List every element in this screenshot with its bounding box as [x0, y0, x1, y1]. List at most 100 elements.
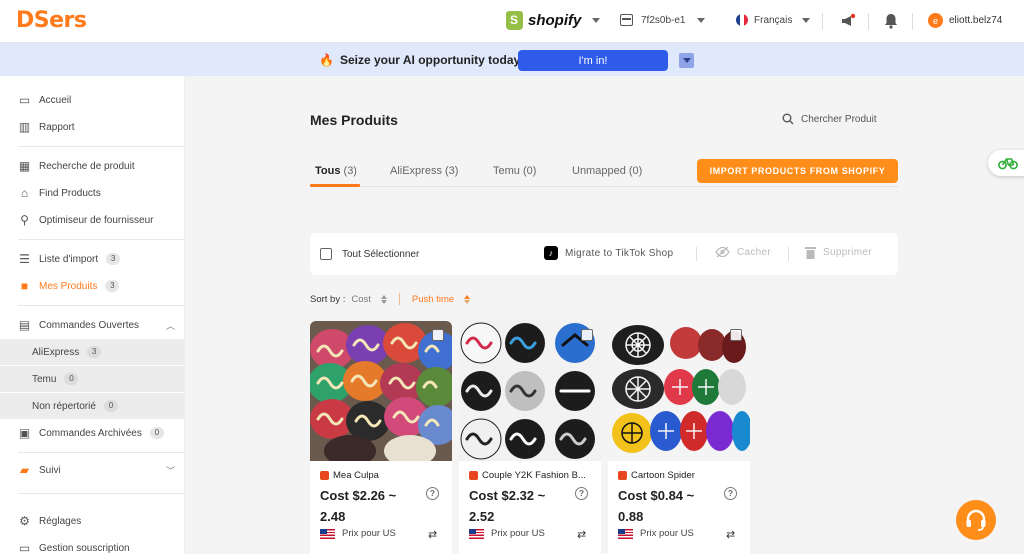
fire-icon: 🔥 — [319, 53, 334, 67]
banner-text: 🔥 Seize your AI opportunity today! — [319, 53, 524, 67]
product-card[interactable]: Couple Y2K Fashion B... Cost $2.32 ~ 2.5… — [459, 321, 601, 554]
select-all[interactable]: Tout Sélectionner — [320, 248, 419, 260]
sidebar-item-liste-import[interactable]: ☰ Liste d'import 3 — [0, 246, 185, 272]
bag-icon: ■ — [20, 278, 29, 293]
sidebar-item-label: Mes Produits — [39, 280, 98, 292]
store-selector[interactable]: 7f2s0b-e1 — [620, 14, 706, 26]
megaphone-icon[interactable] — [840, 13, 856, 29]
tab-unmapped[interactable]: Unmapped (0) — [572, 165, 642, 177]
hide-button[interactable]: Cacher — [715, 246, 771, 258]
banner-message: Seize your AI opportunity today! — [339, 53, 525, 67]
product-title[interactable]: Mea Culpa — [320, 470, 444, 481]
hide-label: Cacher — [737, 246, 772, 258]
support-chat-button[interactable] — [956, 500, 996, 540]
sort-cost[interactable]: Cost — [351, 294, 387, 305]
sort-push-label: Push time — [411, 293, 455, 305]
sort-by-label: Sort by : — [310, 293, 346, 305]
search-product-label: Chercher Produit — [801, 113, 877, 125]
aliexpress-icon — [320, 471, 329, 480]
swap-icon[interactable]: ⇄ — [577, 528, 586, 541]
france-flag-icon — [736, 14, 748, 26]
sidebar-item-label: Non répertorié — [32, 400, 96, 412]
sidebar-item-label: Accueil — [39, 94, 72, 106]
sidebar-item-reglages[interactable]: ⚙ Réglages — [0, 508, 185, 534]
bike-widget-tab[interactable] — [988, 150, 1024, 176]
sort-bar: Sort by : Cost Push time — [310, 293, 471, 305]
sidebar-divider — [18, 239, 185, 240]
gear-icon: ⚙ — [19, 513, 30, 528]
store-icon: ▭ — [18, 92, 31, 107]
product-card[interactable]: Mea Culpa Cost $2.26 ~ 2.48 ? Prix pour … — [310, 321, 452, 554]
platform-selector[interactable]: shopify — [506, 11, 601, 30]
help-icon[interactable]: ? — [724, 487, 737, 500]
sidebar-item-accueil[interactable]: ▭ Accueil — [0, 87, 185, 113]
product-image[interactable] — [310, 321, 452, 461]
tab-tous[interactable]: Tous (3) — [315, 165, 357, 177]
count-badge: 0 — [64, 373, 79, 385]
product-image[interactable] — [459, 321, 601, 461]
product-image[interactable] — [608, 321, 750, 461]
swap-icon[interactable]: ⇄ — [428, 528, 437, 541]
chevron-up-icon: ︿ — [165, 320, 175, 331]
product-checkbox[interactable] — [432, 329, 444, 341]
price-label: Prix pour US — [342, 528, 396, 539]
price-label: Prix pour US — [491, 528, 545, 539]
delete-button[interactable]: Supprimer — [805, 246, 872, 259]
tab-temu[interactable]: Temu (0) — [493, 165, 536, 177]
active-tab-indicator — [310, 184, 360, 187]
sidebar-subitem-non-repertorie[interactable]: Non répertorié 0 — [0, 393, 185, 419]
swap-icon[interactable]: ⇄ — [726, 528, 735, 541]
chevron-down-icon — [697, 17, 706, 23]
user-menu[interactable]: e eliott.belz74 — [928, 13, 1002, 28]
chart-icon: ▥ — [18, 119, 31, 134]
sidebar-item-gestion-souscription[interactable]: ▭ Gestion souscription — [0, 535, 185, 554]
sidebar-item-commandes-ouvertes[interactable]: ▤ Commandes Ouvertes ︿ — [0, 312, 185, 338]
help-icon[interactable]: ? — [426, 487, 439, 500]
sidebar-item-suivi[interactable]: ▰ Suivi ﹀ — [0, 457, 185, 483]
im-in-button[interactable]: I'm in! — [518, 50, 668, 71]
help-icon[interactable]: ? — [575, 487, 588, 500]
sidebar-item-rapport[interactable]: ▥ Rapport — [0, 114, 185, 140]
sidebar-item-label: Réglages — [39, 515, 82, 527]
platform-label: shopify — [528, 12, 582, 29]
us-flag-icon — [469, 528, 484, 539]
import-products-button[interactable]: IMPORT PRODUCTS FROM SHOPIFY — [697, 159, 898, 183]
count-badge: 3 — [106, 253, 121, 265]
product-title[interactable]: Couple Y2K Fashion B... — [469, 470, 593, 481]
product-card[interactable]: Cartoon Spider Cost $0.84 ~ 0.88 ? Prix … — [608, 321, 750, 554]
product-checkbox[interactable] — [581, 329, 593, 341]
tab-aliexpress[interactable]: AliExpress (3) — [390, 165, 458, 177]
language-selector[interactable]: Français — [736, 14, 811, 26]
banner-collapse-button[interactable] — [679, 53, 694, 68]
aliexpress-icon — [469, 471, 478, 480]
tiktok-icon: ♪ — [544, 246, 558, 260]
select-all-checkbox[interactable] — [320, 248, 332, 260]
dsers-logo[interactable]: DSers — [16, 8, 87, 33]
sidebar-item-find-products[interactable]: ⌂ Find Products — [0, 180, 185, 206]
search-product-button[interactable]: Chercher Produit — [782, 113, 877, 125]
bell-icon[interactable] — [884, 13, 898, 29]
sidebar-divider — [18, 146, 185, 147]
divider — [398, 293, 400, 305]
us-flag-icon — [320, 528, 335, 539]
truck-icon: ▰ — [19, 462, 30, 477]
sidebar-item-label: Liste d'import — [39, 253, 99, 265]
sidebar-item-label: Commandes Archivées — [39, 427, 142, 439]
sort-push-time[interactable]: Push time — [411, 293, 471, 305]
chevron-down-icon: ﹀ — [165, 465, 175, 476]
sidebar-item-optimiseur[interactable]: ⚲ Optimiseur de fournisseur — [0, 207, 185, 233]
migrate-tiktok-button[interactable]: ♪ Migrate to TikTok Shop — [544, 246, 673, 260]
sidebar-item-recherche-produit[interactable]: ▦ Recherche de produit — [0, 153, 185, 179]
avatar: e — [928, 13, 943, 28]
language-label: Français — [754, 14, 793, 26]
sidebar-subitem-temu[interactable]: Temu 0 — [0, 366, 185, 392]
product-checkbox[interactable] — [730, 329, 742, 341]
sidebar-item-label: Recherche de produit — [39, 160, 135, 172]
sidebar-subitem-aliexpress[interactable]: AliExpress 3 — [0, 339, 185, 365]
sidebar-item-commandes-archivees[interactable]: ▣ Commandes Archivées 0 — [0, 420, 185, 446]
sidebar-item-label: Rapport — [39, 121, 75, 133]
tab-label: Tous — [315, 165, 341, 177]
sidebar-item-mes-produits[interactable]: ■ Mes Produits 3 — [0, 273, 185, 299]
product-title[interactable]: Cartoon Spider — [618, 470, 742, 481]
sidebar-item-label: Optimiseur de fournisseur — [39, 214, 154, 226]
